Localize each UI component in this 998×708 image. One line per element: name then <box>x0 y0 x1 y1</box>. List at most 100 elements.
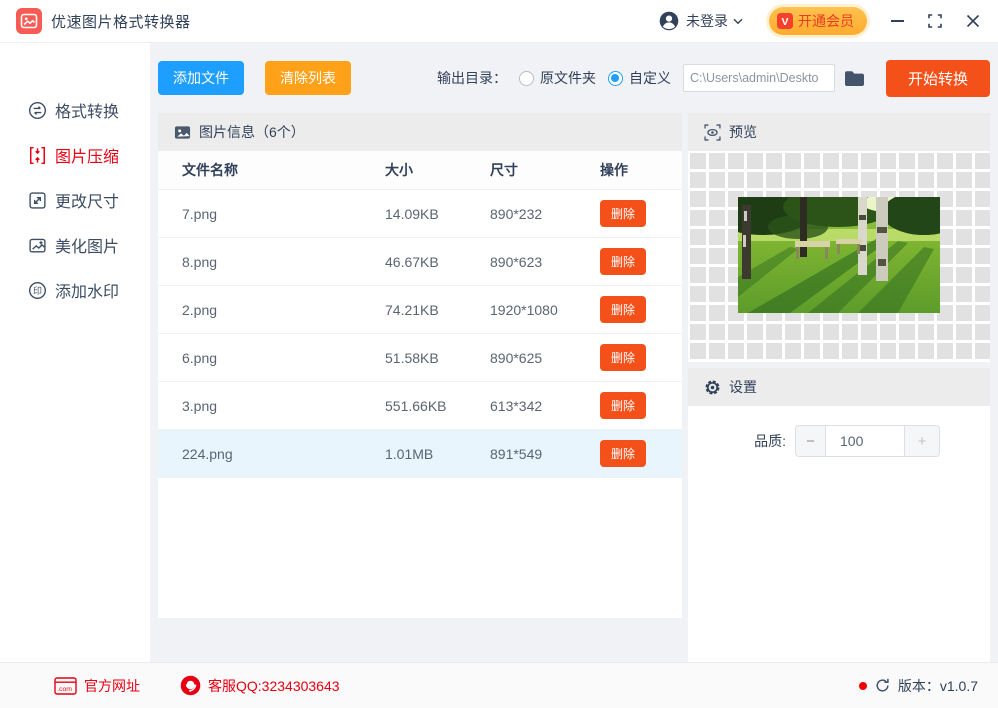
right-panel: 预览 设置 品质: − 100 + <box>688 113 990 662</box>
image-info-icon <box>174 125 191 139</box>
column-dimensions: 尺寸 <box>490 162 518 178</box>
settings-title: 设置 <box>729 379 757 395</box>
titlebar: 优速图片格式转换器 未登录 V 开通会员 <box>0 0 998 43</box>
close-button[interactable] <box>966 14 980 28</box>
start-convert-button[interactable]: 开始转换 <box>885 59 990 97</box>
preview-section: 预览 <box>688 113 990 362</box>
delete-button[interactable]: 删除 <box>600 440 646 467</box>
output-dir-label: 输出目录： <box>436 70 507 86</box>
file-size-cell: 74.21KB <box>385 301 439 318</box>
file-size-cell: 46.67KB <box>385 253 439 270</box>
file-dimensions-cell: 891*549 <box>490 445 543 462</box>
radio-custom-folder-label: 自定义 <box>628 70 671 86</box>
settings-section: 设置 品质: − + <box>688 368 990 662</box>
quality-stepper: − + <box>795 425 940 457</box>
app-window: 优速图片格式转换器 未登录 V 开通会员 格式转换 图片压缩 更改尺寸 美化图片… <box>0 0 998 708</box>
chevron-down-icon[interactable] <box>733 18 743 25</box>
version-label: 版本：v1.0.7 <box>897 677 978 694</box>
folder-icon <box>844 70 864 86</box>
radio-custom-folder[interactable]: 自定义 <box>607 68 671 88</box>
sidebar-item-resize[interactable]: 更改尺寸 <box>0 185 150 215</box>
delete-button[interactable]: 删除 <box>600 248 646 275</box>
preview-title: 预览 <box>729 124 757 140</box>
sidebar-item-image-compress[interactable]: 图片压缩 <box>0 140 150 170</box>
column-operation: 操作 <box>600 162 628 178</box>
file-name-cell: 6.png <box>182 349 218 366</box>
column-size: 大小 <box>385 162 413 178</box>
table-row[interactable]: 224.png 1.01MB 891*549 删除 <box>158 430 682 478</box>
table-row[interactable]: 7.png 14.09KB 890*232 删除 <box>158 190 682 238</box>
column-file-name: 文件名称 <box>182 162 238 178</box>
delete-button[interactable]: 删除 <box>600 296 646 323</box>
login-status[interactable]: 未登录 <box>686 11 728 31</box>
file-dimensions-cell: 890*232 <box>490 205 543 222</box>
radio-original-folder[interactable]: 原文件夹 <box>518 68 596 88</box>
quality-input[interactable] <box>825 425 905 457</box>
maximize-button[interactable] <box>928 14 942 28</box>
preview-header: 预览 <box>688 113 990 151</box>
table-row[interactable]: 6.png 51.58KB 890*625 删除 <box>158 334 682 382</box>
watermark-icon: 印 <box>29 281 46 299</box>
sidebar-item-format-convert[interactable]: 格式转换 <box>0 95 150 125</box>
vip-label: 开通会员 <box>798 13 854 29</box>
close-icon <box>966 14 980 28</box>
table-row[interactable]: 2.png 74.21KB 1920*1080 删除 <box>158 286 682 334</box>
file-table-panel: 图片信息（6个） 文件名称 大小 尺寸 操作 7.png 14.09KB 890… <box>158 113 682 618</box>
minimize-button[interactable] <box>891 20 904 22</box>
output-path-input[interactable] <box>682 64 835 92</box>
file-dimensions-cell: 613*342 <box>490 397 543 414</box>
preview-eye-icon <box>704 123 721 141</box>
official-website-link[interactable]: .com 官方网址 <box>54 676 140 696</box>
quality-increase-button[interactable]: + <box>905 425 940 457</box>
sidebar-item-label: 格式转换 <box>55 104 120 121</box>
file-size-cell: 551.66KB <box>385 397 447 414</box>
status-dot <box>858 681 867 690</box>
delete-button[interactable]: 删除 <box>600 200 646 227</box>
main-area: 添加文件 清除列表 输出目录： 原文件夹 自定义 C:\Users\admin\… <box>150 43 998 662</box>
file-name-cell: 3.png <box>182 397 218 414</box>
support-qq-link[interactable]: 客服QQ:3234303643 <box>180 675 340 696</box>
svg-text:.com: .com <box>57 686 72 693</box>
preview-image[interactable] <box>738 197 940 313</box>
sidebar-item-beautify[interactable]: 美化图片 <box>0 230 150 260</box>
toolbar: 添加文件 清除列表 输出目录： 原文件夹 自定义 C:\Users\admin\… <box>158 43 990 113</box>
quality-decrease-button[interactable]: − <box>795 425 825 457</box>
resize-icon <box>29 191 46 209</box>
file-size-cell: 14.09KB <box>385 205 439 222</box>
official-website-label: 官方网址 <box>84 677 140 694</box>
vip-badge-icon: V <box>777 13 793 29</box>
sidebar-item-label: 美化图片 <box>55 239 120 256</box>
gear-icon <box>705 379 720 395</box>
delete-button[interactable]: 删除 <box>600 344 646 371</box>
format-convert-icon <box>29 101 46 119</box>
sidebar-item-watermark[interactable]: 印 添加水印 <box>0 275 150 305</box>
quality-row: 品质: − + <box>688 425 990 457</box>
footer: .com 官方网址 客服QQ:3234303643 版本：v1.0.7 <box>0 662 998 708</box>
file-name-cell: 7.png <box>182 205 218 222</box>
table-section-title: 图片信息（6个） <box>199 124 305 140</box>
file-size-cell: 51.58KB <box>385 349 439 366</box>
file-name-cell: 8.png <box>182 253 218 270</box>
add-files-button[interactable]: 添加文件 <box>158 61 244 95</box>
table-column-header: 文件名称 大小 尺寸 操作 <box>158 151 682 190</box>
delete-button[interactable]: 删除 <box>600 392 646 419</box>
check-update-button[interactable] <box>875 678 890 693</box>
file-dimensions-cell: 1920*1080 <box>490 301 558 318</box>
app-title: 优速图片格式转换器 <box>51 13 191 31</box>
preview-canvas <box>688 151 990 362</box>
table-row[interactable]: 3.png 551.66KB 613*342 删除 <box>158 382 682 430</box>
file-dimensions-cell: 890*625 <box>490 349 543 366</box>
table-section-header: 图片信息（6个） <box>158 113 682 151</box>
browse-folder-button[interactable] <box>844 70 865 87</box>
table-row[interactable]: 8.png 46.67KB 890*623 删除 <box>158 238 682 286</box>
clear-list-button[interactable]: 清除列表 <box>265 61 351 95</box>
sidebar-item-label: 添加水印 <box>55 284 120 301</box>
open-vip-button[interactable]: V 开通会员 <box>769 7 867 35</box>
sidebar: 格式转换 图片压缩 更改尺寸 美化图片 印 添加水印 <box>0 43 150 662</box>
headset-icon <box>180 675 201 696</box>
radio-custom-folder-control[interactable] <box>607 70 623 86</box>
minimize-icon <box>891 20 904 22</box>
user-avatar-icon <box>659 11 679 31</box>
maximize-icon <box>928 14 942 28</box>
radio-original-folder-control[interactable] <box>518 70 534 86</box>
